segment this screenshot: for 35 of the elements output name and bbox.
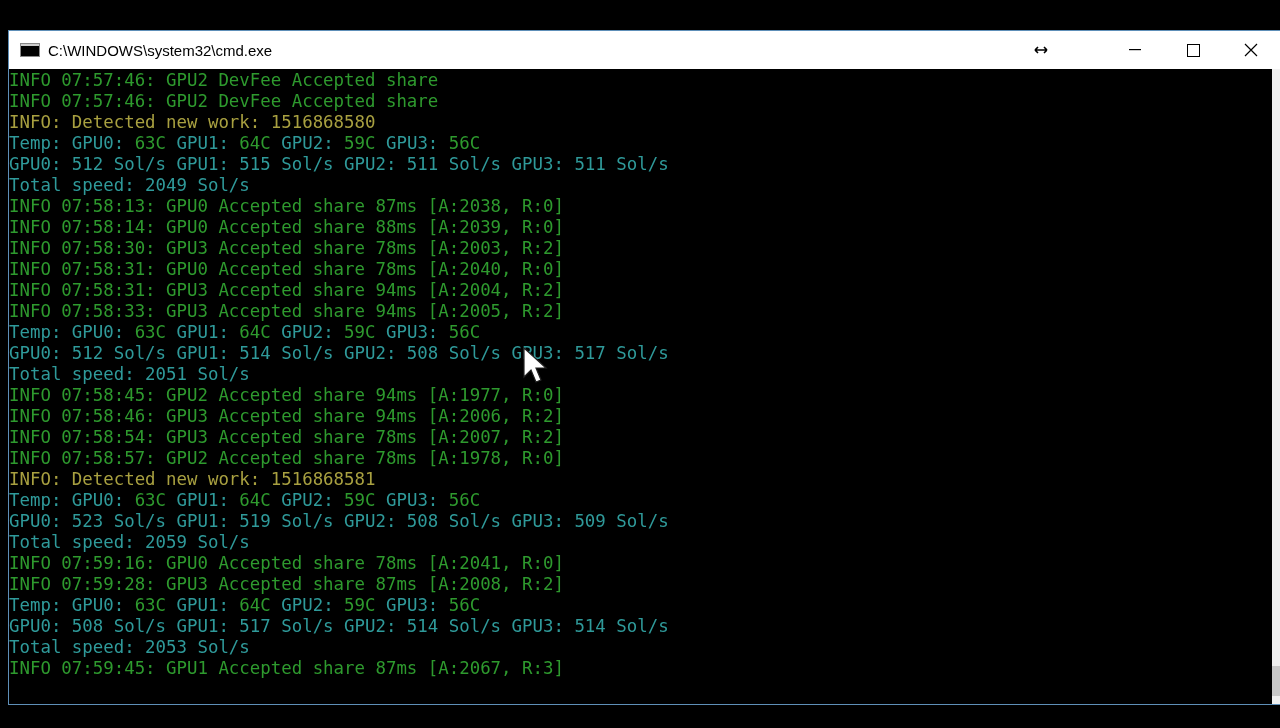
- console-line: INFO 07:58:14: GPU0 Accepted share 88ms [A:2039, R:0]: [9, 217, 564, 238]
- console-line: Total speed: 2051 Sol/s: [9, 364, 250, 385]
- console-line: Temp: GPU0: 63C GPU1: 64C GPU2: 59C GPU3: 56C: [9, 322, 481, 343]
- console-line: GPU0: 523 Sol/s GPU1: 519 Sol/s GPU2: 508 Sol/s GPU3: 509 Sol/s: [9, 511, 669, 532]
- console-line: INFO 07:58:33: GPU3 Accepted share 94ms [A:2005, R:2]: [9, 301, 564, 322]
- console-line: INFO 07:58:46: GPU3 Accepted share 94ms [A:2006, R:2]: [9, 406, 564, 427]
- console-line: INFO 07:58:30: GPU3 Accepted share 78ms [A:2003, R:2]: [9, 238, 564, 259]
- console-line: Total speed: 2049 Sol/s: [9, 175, 250, 196]
- resize-cursor-icon: [1034, 46, 1048, 54]
- console-line: INFO 07:59:28: GPU3 Accepted share 87ms [A:2008, R:2]: [9, 574, 564, 595]
- console-line: INFO: Detected new work: 1516868581: [9, 469, 376, 490]
- window-title: C:\WINDOWS\system32\cmd.exe: [48, 41, 273, 59]
- console-line: Temp: GPU0: 63C GPU1: 64C GPU2: 59C GPU3: 56C: [9, 595, 481, 616]
- console-line: INFO 07:59:16: GPU0 Accepted share 78ms [A:2041, R:0]: [9, 553, 564, 574]
- maximize-icon: [1186, 43, 1200, 57]
- console-line: INFO 07:59:45: GPU1 Accepted share 87ms [A:2067, R:3]: [9, 658, 564, 679]
- console-line: INFO 07:57:46: GPU2 DevFee Accepted share: [9, 91, 439, 112]
- console-line: INFO 07:58:57: GPU2 Accepted share 78ms [A:1978, R:0]: [9, 448, 564, 469]
- scrollbar[interactable]: [1272, 69, 1280, 704]
- console-line: INFO: Detected new work: 1516868580: [9, 112, 376, 133]
- console-line: Total speed: 2059 Sol/s: [9, 532, 250, 553]
- console-line: GPU0: 508 Sol/s GPU1: 517 Sol/s GPU2: 514 Sol/s GPU3: 514 Sol/s: [9, 616, 669, 637]
- console-line: INFO 07:57:46: GPU2 DevFee Accepted share: [9, 70, 439, 91]
- minimize-icon: [1129, 49, 1141, 51]
- console-line: GPU0: 512 Sol/s GPU1: 515 Sol/s GPU2: 511 Sol/s GPU3: 511 Sol/s: [9, 154, 669, 175]
- console-line: INFO 07:58:45: GPU2 Accepted share 94ms [A:1977, R:0]: [9, 385, 564, 406]
- console-line: INFO 07:58:31: GPU3 Accepted share 94ms [A:2004, R:2]: [9, 280, 564, 301]
- console-line: Total speed: 2053 Sol/s: [9, 637, 250, 658]
- close-icon: [1244, 43, 1258, 57]
- console-line: Temp: GPU0: 63C GPU1: 64C GPU2: 59C GPU3: 56C: [9, 490, 481, 511]
- console-line: INFO 07:58:13: GPU0 Accepted share 87ms [A:2038, R:0]: [9, 196, 564, 217]
- console-line: INFO 07:58:31: GPU0 Accepted share 78ms [A:2040, R:0]: [9, 259, 564, 280]
- console-line: Temp: GPU0: 63C GPU1: 64C GPU2: 59C GPU3: 56C: [9, 133, 481, 154]
- command-prompt-icon: [20, 43, 40, 57]
- console-line: INFO 07:58:54: GPU3 Accepted share 78ms [A:2007, R:2]: [9, 427, 564, 448]
